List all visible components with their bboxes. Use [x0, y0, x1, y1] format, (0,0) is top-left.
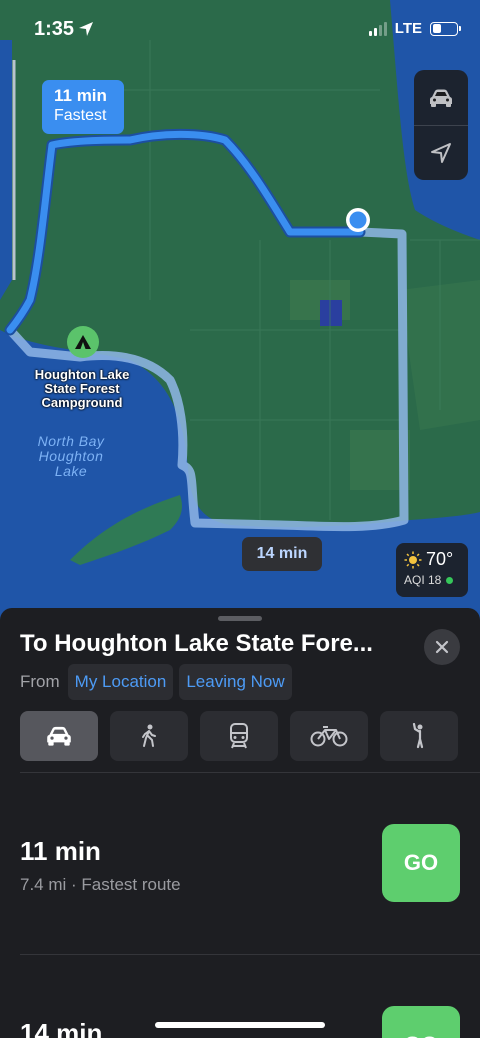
- fastest-route-callout[interactable]: 11 min Fastest: [42, 80, 124, 134]
- transit-icon: [230, 723, 248, 749]
- tent-icon: [75, 335, 91, 349]
- mode-transit-button[interactable]: [200, 711, 278, 761]
- close-icon: [435, 640, 449, 654]
- mode-drive-button[interactable]: [20, 711, 98, 761]
- aqi-status-dot: [446, 576, 454, 584]
- network-type: LTE: [394, 20, 422, 37]
- close-button[interactable]: [424, 629, 460, 665]
- origin-chip[interactable]: My Location: [67, 664, 174, 700]
- departure-time-chip[interactable]: Leaving Now: [179, 664, 292, 700]
- mode-cycle-button[interactable]: [290, 711, 368, 761]
- route-option[interactable]: 11 min 7.4 mi · Fastest route GO: [20, 824, 460, 904]
- walk-icon: [142, 724, 156, 747]
- mode-rideshare-button[interactable]: [380, 711, 458, 761]
- status-right: LTE: [368, 20, 461, 37]
- location-arrow-icon: [431, 143, 451, 163]
- from-row: From My Location Leaving Now: [20, 664, 292, 700]
- map-controls: [414, 70, 468, 180]
- campground-pin[interactable]: [67, 326, 99, 358]
- car-icon: [47, 726, 71, 746]
- go-button[interactable]: GO: [382, 824, 460, 902]
- map-mode-button[interactable]: [414, 70, 468, 125]
- alternate-route-callout[interactable]: 14 min: [242, 537, 322, 571]
- divider: [20, 954, 480, 955]
- weather-widget[interactable]: 70° AQI 18: [396, 543, 468, 597]
- battery-icon: [430, 21, 461, 36]
- sun-icon: [404, 551, 422, 568]
- go-button[interactable]: GO: [382, 1006, 460, 1038]
- rideshare-icon: [412, 723, 424, 749]
- location-services-icon: [79, 22, 93, 36]
- mode-walk-button[interactable]: [110, 711, 188, 761]
- bike-icon: [310, 726, 348, 747]
- temperature: 70°: [426, 549, 454, 569]
- signal-icon: [368, 21, 387, 36]
- air-quality-index: AQI 18: [404, 573, 442, 587]
- fastest-route-tag: Fastest: [54, 107, 107, 124]
- campground-label[interactable]: Houghton Lake State Forest Campground: [20, 368, 144, 410]
- from-label: From: [20, 672, 60, 691]
- car-icon: [430, 89, 452, 107]
- destination-title: To Houghton Lake State Fore...: [20, 630, 373, 657]
- fastest-route-time: 11 min: [54, 86, 107, 105]
- sheet-grabber[interactable]: [218, 616, 262, 621]
- status-time: 1:35: [34, 18, 75, 40]
- map-view[interactable]: 1:35 LTE 11 min Fastest 14 min Houghton …: [0, 0, 480, 640]
- transport-mode-selector: [20, 711, 458, 761]
- home-indicator[interactable]: [155, 1022, 325, 1028]
- divider: [20, 772, 480, 773]
- directions-sheet: To Houghton Lake State Fore... From My L…: [0, 608, 480, 1038]
- water-body-label: North Bay Houghton Lake: [37, 433, 105, 479]
- status-bar: 1:35 LTE: [0, 0, 480, 60]
- recenter-location-button[interactable]: [414, 125, 468, 180]
